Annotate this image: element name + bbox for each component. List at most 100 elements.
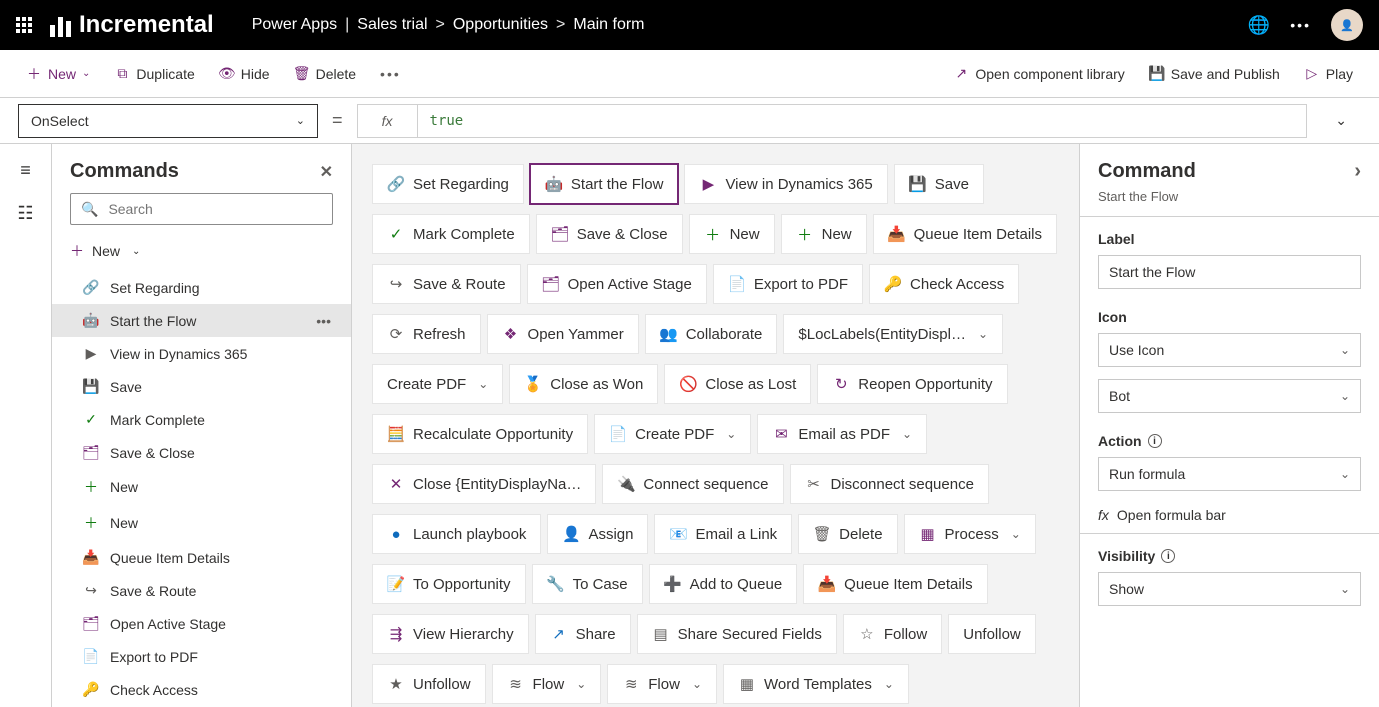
info-icon[interactable]: i [1148, 434, 1162, 448]
avatar[interactable]: 👤 [1331, 9, 1363, 41]
play-button[interactable]: ▷ Play [1294, 60, 1363, 88]
command-chip[interactable]: $LocLabels(EntityDispl…⌄ [783, 314, 1003, 354]
search-input[interactable]: 🔍 [70, 193, 333, 225]
command-chip[interactable]: 🔑Check Access [869, 264, 1019, 304]
command-chip[interactable]: ▤Share Secured Fields [637, 614, 837, 654]
info-icon[interactable]: i [1161, 549, 1175, 563]
command-chip[interactable]: Unfollow [948, 614, 1036, 654]
command-chip[interactable]: ▦Word Templates⌄ [723, 664, 909, 704]
more-icon[interactable]: ••• [1290, 17, 1311, 33]
close-icon[interactable]: ✕ [320, 162, 333, 182]
command-chip[interactable]: ↪Save & Route [372, 264, 521, 304]
chevron-down-icon: ⌄ [576, 677, 586, 691]
command-chip[interactable]: Create PDF⌄ [372, 364, 503, 404]
command-chip[interactable]: ↻Reopen Opportunity [817, 364, 1007, 404]
icon-value-select[interactable]: Bot ⌄ [1098, 379, 1361, 413]
command-chip[interactable]: ★Unfollow [372, 664, 486, 704]
new-button[interactable]: ＋ New ⌄ [16, 60, 100, 88]
properties-title: Command [1098, 160, 1196, 183]
command-chip[interactable]: 📥Queue Item Details [873, 214, 1057, 254]
tree-item[interactable]: 💾 Save ••• [52, 370, 351, 403]
tree-item[interactable]: 🔑 Check Access ••• [52, 673, 351, 706]
tree-item[interactable]: 📄 Export to PDF ••• [52, 640, 351, 673]
tree-item[interactable]: ▶ View in Dynamics 365 ••• [52, 337, 351, 370]
command-chip[interactable]: 🔧To Case [532, 564, 643, 604]
icon-mode-select[interactable]: Use Icon ⌄ [1098, 333, 1361, 367]
tree-item[interactable]: 🗂 Open Active Stage ••• [52, 607, 351, 640]
command-chip[interactable]: 🏅Close as Won [509, 364, 658, 404]
tree-item[interactable]: ＋ New ••• [52, 469, 351, 505]
crumb-app[interactable]: Power Apps [252, 16, 337, 34]
more-icon[interactable]: ••• [316, 313, 331, 329]
command-chip[interactable]: 🗂Open Active Stage [527, 264, 707, 304]
crumb-trial[interactable]: Sales trial [357, 16, 427, 34]
command-chip[interactable]: 📄Export to PDF [713, 264, 863, 304]
command-chip[interactable]: 🧮Recalculate Opportunity [372, 414, 588, 454]
globe-icon[interactable]: 🌐 [1248, 15, 1270, 36]
save-publish-button[interactable]: 💾 Save and Publish [1139, 60, 1290, 88]
command-chip[interactable]: ✉Email as PDF⌄ [757, 414, 927, 454]
command-chip[interactable]: 🚫Close as Lost [664, 364, 811, 404]
action-select[interactable]: Run formula ⌄ [1098, 457, 1361, 491]
crumb-entity[interactable]: Opportunities [453, 16, 548, 34]
command-chip[interactable]: ☆Follow [843, 614, 942, 654]
duplicate-button[interactable]: ⧉ Duplicate [104, 60, 204, 88]
formula-input[interactable]: fx true [357, 104, 1308, 138]
command-chip[interactable]: 🤖Start the Flow [530, 164, 679, 204]
command-chip[interactable]: 📥Queue Item Details [803, 564, 987, 604]
command-chip[interactable]: ●Launch playbook [372, 514, 541, 554]
command-chip[interactable]: ✓Mark Complete [372, 214, 530, 254]
tree-item-label: Save & Route [110, 583, 196, 599]
open-formula-bar-link[interactable]: fx Open formula bar [1080, 497, 1379, 533]
tree-item[interactable]: 📥 Queue Item Details ••• [52, 541, 351, 574]
toolbar-overflow[interactable]: ••• [370, 60, 411, 88]
command-chip[interactable]: ✂Disconnect sequence [790, 464, 989, 504]
expand-formula-button[interactable]: ⌄ [1321, 112, 1361, 129]
tree-item[interactable]: 🤖 Start the Flow ••• [52, 304, 351, 337]
command-chip[interactable]: 📝To Opportunity [372, 564, 526, 604]
command-chip[interactable]: ✕Close {EntityDisplayNa… [372, 464, 596, 504]
command-chip-label: Close as Lost [705, 376, 796, 393]
open-component-library-button[interactable]: ↗ Open component library [943, 60, 1134, 88]
command-chip[interactable]: 💾Save [894, 164, 984, 204]
command-chip[interactable]: 📧Email a Link [654, 514, 792, 554]
command-chip[interactable]: ⟳Refresh [372, 314, 481, 354]
tree-icon[interactable]: ☷ [17, 203, 33, 224]
command-chip[interactable]: 🔌Connect sequence [602, 464, 783, 504]
command-chip[interactable]: ≋Flow⌄ [607, 664, 717, 704]
command-chip[interactable]: ❖Open Yammer [487, 314, 639, 354]
command-chip[interactable]: ≋Flow⌄ [492, 664, 602, 704]
command-row: 🔗Set Regarding🤖Start the Flow▶View in Dy… [372, 164, 1059, 204]
command-chip[interactable]: 👥Collaborate [645, 314, 778, 354]
label-input[interactable]: Start the Flow [1098, 255, 1361, 289]
visibility-select[interactable]: Show ⌄ [1098, 572, 1361, 606]
command-chip[interactable]: 👤Assign [547, 514, 648, 554]
command-chip[interactable]: ▶View in Dynamics 365 [684, 164, 887, 204]
command-chip[interactable]: ⇶View Hierarchy [372, 614, 529, 654]
command-chip[interactable]: ＋New [781, 214, 867, 254]
tree-item[interactable]: 🗂 Save & Close ••• [52, 436, 351, 469]
crumb-form[interactable]: Main form [573, 16, 644, 34]
new-command-button[interactable]: ＋ New ⌄ [52, 235, 351, 271]
command-chip[interactable]: ＋New [689, 214, 775, 254]
delete-button[interactable]: 🗑 Delete [284, 60, 366, 88]
command-chip[interactable]: ▦Process⌄ [904, 514, 1036, 554]
hamburger-icon[interactable]: ≡ [20, 160, 31, 181]
command-chip[interactable]: ↗Share [535, 614, 631, 654]
tree-item[interactable]: ✓ Mark Complete ••• [52, 403, 351, 436]
app-launcher-icon[interactable] [16, 17, 32, 33]
tree-item[interactable]: ↪ Save & Route ••• [52, 574, 351, 607]
command-chip[interactable]: 🗑Delete [798, 514, 897, 554]
property-select[interactable]: OnSelect ⌄ [18, 104, 318, 138]
command-icon: 🤖 [82, 312, 100, 329]
tree-item[interactable]: 🔗 Set Regarding ••• [52, 271, 351, 304]
command-chip[interactable]: 🗂Save & Close [536, 214, 683, 254]
command-chip[interactable]: 🔗Set Regarding [372, 164, 524, 204]
command-chip[interactable]: 📄Create PDF⌄ [594, 414, 751, 454]
command-chip[interactable]: ➕Add to Queue [649, 564, 798, 604]
chevron-down-icon: ⌄ [1011, 527, 1021, 541]
duplicate-icon: ⧉ [114, 66, 130, 82]
chevron-right-icon[interactable]: › [1354, 160, 1361, 183]
tree-item[interactable]: ＋ New ••• [52, 505, 351, 541]
hide-button[interactable]: 👁 Hide [209, 60, 280, 88]
